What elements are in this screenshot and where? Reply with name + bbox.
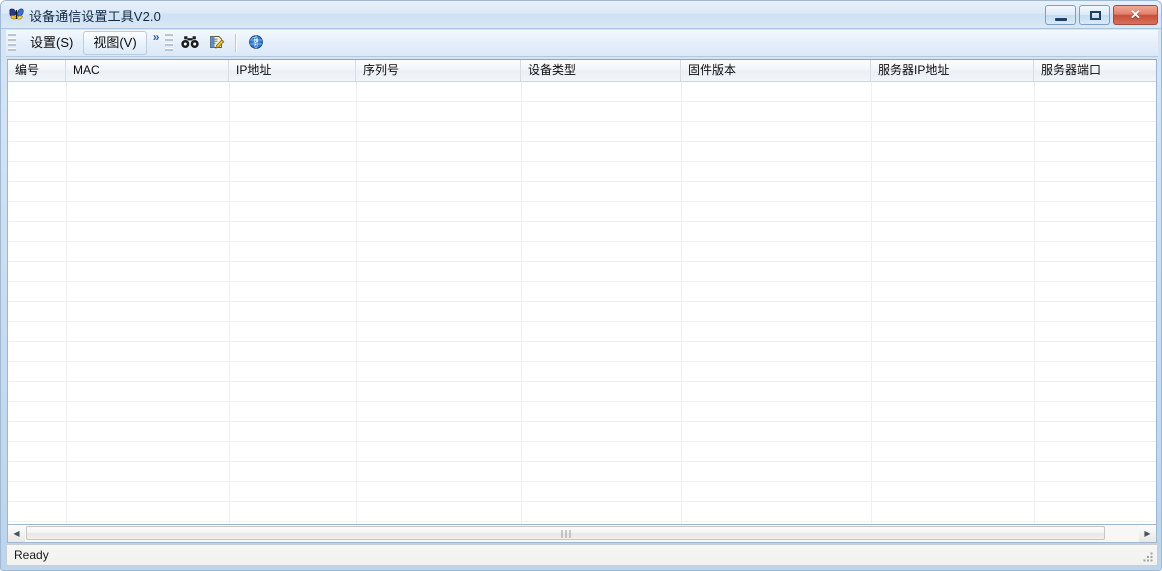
table-row[interactable] (8, 362, 1156, 382)
resize-grip-icon[interactable] (1141, 550, 1154, 563)
minimize-button[interactable] (1045, 5, 1076, 25)
table-row[interactable] (8, 202, 1156, 222)
globe-help-icon: ? (248, 34, 264, 53)
column-header-ip-address[interactable]: IP地址 (229, 60, 356, 81)
menu-overflow-chevron-icon[interactable]: » (153, 31, 160, 43)
menu-item-view-label: 视图(V) (93, 35, 137, 50)
table-row[interactable] (8, 402, 1156, 422)
table-row[interactable] (8, 342, 1156, 362)
table-row[interactable] (8, 222, 1156, 242)
minimize-icon (1055, 18, 1067, 21)
scrollbar-thumb[interactable] (26, 526, 1105, 540)
window-title: 设备通信设置工具V2.0 (29, 9, 161, 24)
toolbar-separator (235, 34, 238, 52)
title-bar[interactable]: 设备通信设置工具V2.0 ✕ (1, 1, 1161, 29)
table-row[interactable] (8, 182, 1156, 202)
table-row[interactable] (8, 322, 1156, 342)
table-row[interactable] (8, 422, 1156, 442)
edit-config-button[interactable] (204, 31, 229, 55)
column-header-device-type[interactable]: 设备类型 (521, 60, 681, 81)
scrollbar-grip-icon (561, 530, 570, 538)
menu-item-settings[interactable]: 设置(S) (20, 31, 83, 55)
table-row[interactable] (8, 242, 1156, 262)
toolbar-strip: 设置(S) 视图(V) » ? (6, 30, 1158, 57)
menu-item-settings-label: 设置(S) (30, 35, 74, 50)
table-row[interactable] (8, 482, 1156, 502)
column-header-server-ip[interactable]: 服务器IP地址 (871, 60, 1034, 81)
table-row[interactable] (8, 122, 1156, 142)
scroll-right-arrow-icon[interactable]: ▶ (1139, 525, 1156, 542)
scrollbar-track[interactable] (25, 525, 1139, 542)
search-button[interactable] (177, 31, 202, 55)
svg-text:?: ? (254, 37, 259, 47)
binoculars-icon (181, 34, 199, 53)
column-header-index[interactable]: 编号 (8, 60, 66, 81)
table-row[interactable] (8, 442, 1156, 462)
table-row[interactable] (8, 102, 1156, 122)
table-row[interactable] (8, 502, 1156, 522)
column-header-firmware[interactable]: 固件版本 (681, 60, 871, 81)
column-header-serial[interactable]: 序列号 (356, 60, 521, 81)
table-row[interactable] (8, 382, 1156, 402)
table-row[interactable] (8, 282, 1156, 302)
table-row[interactable] (8, 142, 1156, 162)
table-row[interactable] (8, 82, 1156, 102)
menu-bar: 设置(S) 视图(V) » (17, 30, 159, 56)
close-icon: ✕ (1130, 7, 1141, 22)
table-row[interactable] (8, 462, 1156, 482)
column-header-mac[interactable]: MAC (66, 60, 229, 81)
icon-toolbar: ? (176, 30, 269, 56)
menubar-drag-handle[interactable] (8, 33, 16, 53)
application-window: 设备通信设置工具V2.0 ✕ 设置(S) 视图(V) » ? 编号 MAC IP… (0, 0, 1162, 571)
status-text: Ready (14, 548, 49, 562)
list-header-row: 编号 MAC IP地址 序列号 设备类型 固件版本 服务器IP地址 服务器端口 (8, 60, 1156, 82)
document-edit-icon (208, 34, 226, 53)
device-list-view[interactable]: 编号 MAC IP地址 序列号 设备类型 固件版本 服务器IP地址 服务器端口 (7, 59, 1157, 525)
list-body[interactable] (8, 82, 1156, 524)
butterfly-app-icon (8, 6, 25, 23)
menu-item-view[interactable]: 视图(V) (83, 31, 147, 55)
status-bar: Ready (6, 544, 1158, 566)
help-button[interactable]: ? (243, 31, 268, 55)
window-controls: ✕ (1045, 5, 1158, 26)
maximize-button[interactable] (1079, 5, 1110, 25)
table-row[interactable] (8, 262, 1156, 282)
close-button[interactable]: ✕ (1113, 5, 1158, 25)
maximize-icon (1090, 11, 1101, 20)
toolbar-drag-handle[interactable] (165, 33, 174, 53)
table-row[interactable] (8, 162, 1156, 182)
scroll-left-arrow-icon[interactable]: ◀ (8, 525, 25, 542)
horizontal-scrollbar[interactable]: ◀ ▶ (7, 525, 1157, 543)
column-header-server-port[interactable]: 服务器端口 (1034, 60, 1156, 81)
table-row[interactable] (8, 302, 1156, 322)
